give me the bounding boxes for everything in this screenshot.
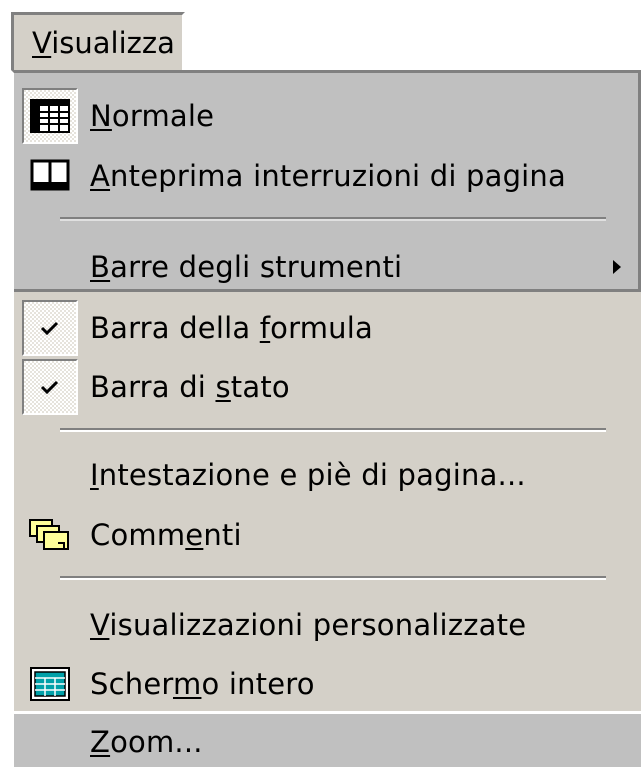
menu-item-normale[interactable]: Normale [14, 86, 641, 146]
menu-visualizza[interactable]: Visualizza [11, 12, 185, 70]
menu-item-intestazione-pie[interactable]: Intestazione e piè di pagina... [14, 445, 641, 505]
menu-item-anteprima-interruzioni-label: Anteprima interruzioni di pagina [90, 159, 566, 193]
submenu-arrow-icon [613, 260, 621, 274]
menu-item-barra-stato[interactable]: Barra di stato [14, 357, 641, 417]
menu-item-schermo-intero[interactable]: Schermo intero [14, 654, 641, 714]
menu-item-barre-strumenti-label: Barre degli strumenti [90, 250, 403, 284]
menu-item-visualizzazioni-personalizzate[interactable]: Visualizzazioni personalizzate [14, 595, 641, 655]
menu-item-normale-label: Normale [90, 99, 215, 133]
normal-view-grid-icon [22, 88, 78, 144]
comments-icon [22, 507, 78, 563]
menu-item-barra-stato-label: Barra di stato [90, 370, 290, 404]
menu-item-intestazione-pie-label: Intestazione e piè di pagina... [90, 458, 526, 492]
menu-item-schermo-intero-label: Schermo intero [90, 667, 315, 701]
menu-item-zoom-label: Zoom... [90, 725, 203, 759]
menu-separator [60, 428, 606, 432]
view-dropdown-menu: Normale Anteprima interruzioni di pagina… [11, 70, 641, 767]
menu-item-commenti-label: Commenti [90, 518, 242, 552]
menu-item-anteprima-interruzioni[interactable]: Anteprima interruzioni di pagina [14, 146, 641, 206]
menu-item-commenti[interactable]: Commenti [14, 505, 641, 565]
menu-item-barra-formula-label: Barra della formula [90, 311, 373, 345]
menu-item-zoom[interactable]: Zoom... [14, 711, 641, 767]
menu-item-barra-formula[interactable]: Barra della formula [14, 298, 641, 358]
full-screen-icon [22, 656, 78, 712]
menu-visualizza-label: Visualizza [32, 25, 175, 60]
check-icon [22, 359, 78, 415]
menu-item-visualizzazioni-personalizzate-label: Visualizzazioni personalizzate [90, 608, 527, 642]
menu-separator [60, 217, 606, 221]
check-icon [22, 300, 78, 356]
menu-separator [60, 576, 606, 580]
menu-item-barre-strumenti[interactable]: Barre degli strumenti [14, 237, 641, 297]
page-break-preview-icon [22, 148, 78, 204]
